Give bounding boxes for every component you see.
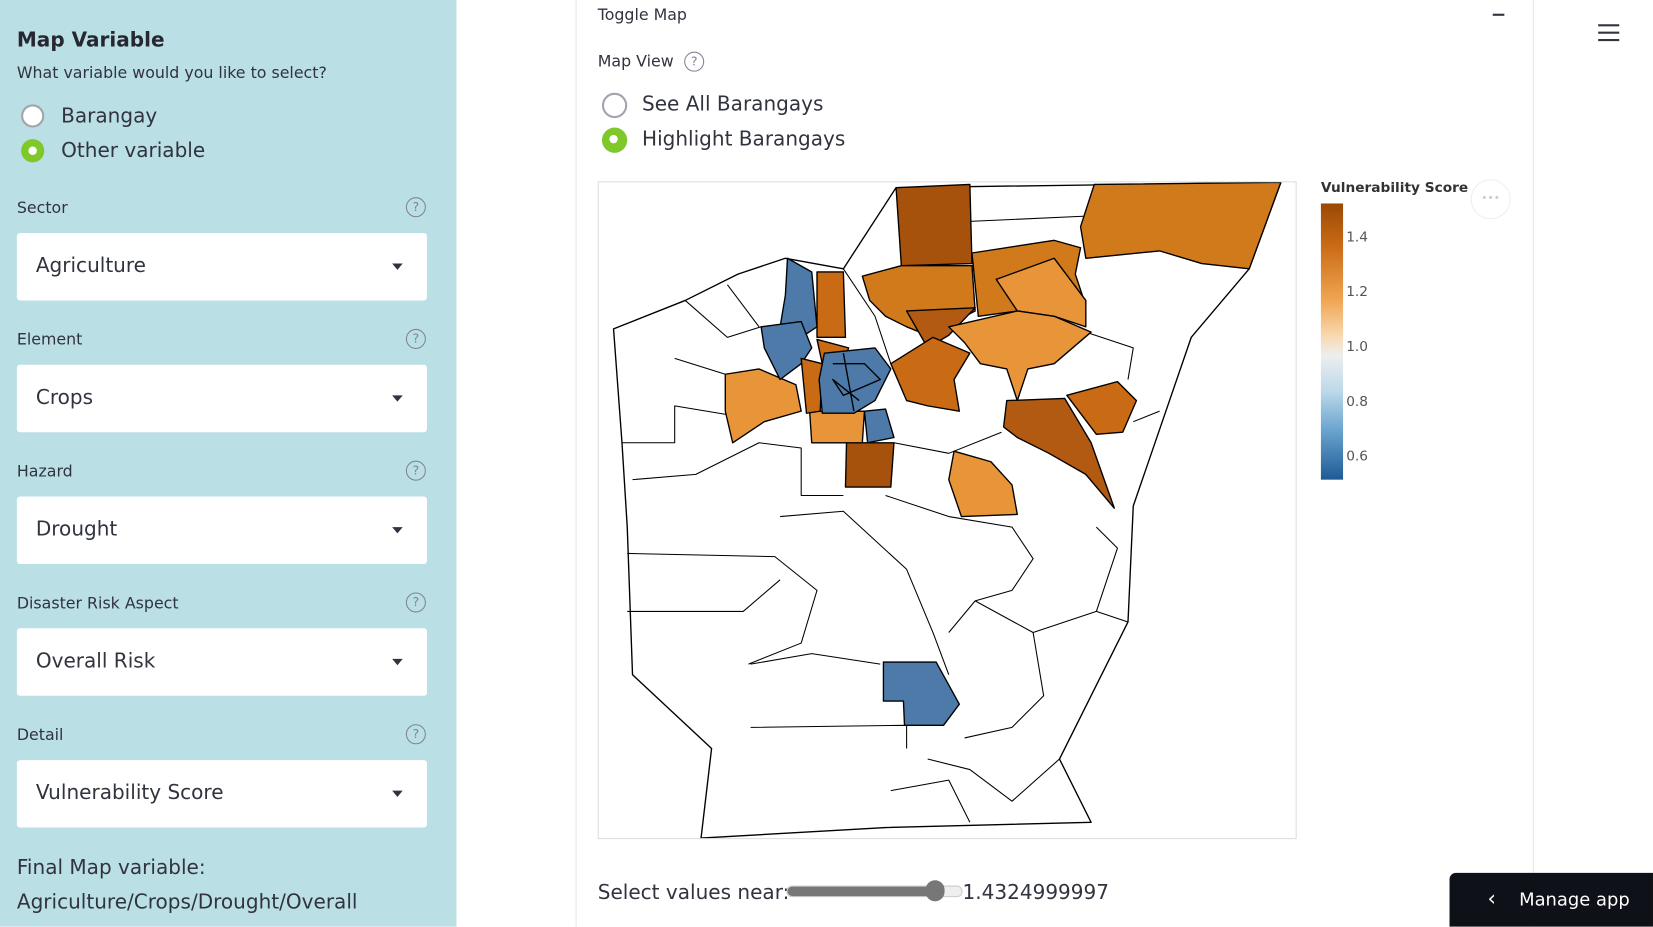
help-icon[interactable]: ? (405, 328, 426, 349)
help-icon[interactable]: ? (405, 724, 426, 745)
slider-value: 1.4324999997 (962, 881, 1110, 905)
caret-down-icon (392, 527, 403, 534)
hamburger-icon[interactable] (1598, 24, 1620, 42)
help-icon[interactable]: ? (405, 592, 426, 613)
help-icon[interactable]: ? (405, 460, 426, 481)
radio-barangay[interactable] (21, 104, 45, 128)
hazard-value: Drought (35, 517, 118, 541)
chevron-left-icon: ‹ (1487, 885, 1496, 911)
toggle-map-label[interactable]: Toggle Map (598, 5, 687, 24)
variable-question: What variable would you like to select? (16, 63, 327, 83)
hazard-select[interactable]: Drought (16, 496, 427, 564)
legend-colorbar (1320, 203, 1344, 480)
barangay-region[interactable] (1079, 181, 1282, 270)
element-select[interactable]: Crops (16, 364, 427, 433)
radio-label-highlight[interactable]: Highlight Barangays (642, 128, 845, 151)
sector-select[interactable]: Agriculture (16, 232, 427, 301)
element-value: Crops (35, 385, 94, 410)
risk-aspect-value: Overall Risk (35, 649, 156, 673)
barangay-region[interactable] (844, 442, 895, 488)
sector-value: Agriculture (35, 254, 147, 278)
slider-label: Select values near: (597, 881, 790, 905)
final-variable-value: Agriculture/Crops/Drought/Overall (16, 890, 358, 914)
help-icon[interactable]: ? (684, 51, 705, 72)
radio-other-variable[interactable] (21, 139, 45, 163)
caret-down-icon (392, 790, 403, 797)
barangay-region[interactable] (808, 410, 866, 444)
risk-aspect-select[interactable]: Overall Risk (16, 628, 427, 696)
choropleth-map[interactable] (597, 181, 1297, 840)
hazard-label: Hazard (16, 461, 73, 481)
final-variable-label: Final Map variable: (16, 856, 206, 880)
radio-label-other-variable[interactable]: Other variable (61, 139, 205, 162)
legend-title: Vulnerability Score (1320, 180, 1469, 197)
detail-value: Vulnerability Score (35, 781, 224, 805)
map-svg[interactable] (599, 181, 1296, 839)
risk-aspect-label: Disaster Risk Aspect (16, 593, 179, 613)
sector-label: Sector (16, 198, 68, 218)
barangay-region[interactable] (816, 271, 847, 339)
radio-label-see-all[interactable]: See All Barangays (642, 93, 823, 116)
help-icon[interactable]: ? (405, 197, 426, 218)
legend-tick: 1.0 (1346, 339, 1369, 356)
radio-label-barangay[interactable]: Barangay (61, 104, 157, 127)
element-label: Element (16, 329, 83, 349)
manage-app-label: Manage app (1519, 889, 1630, 911)
more-options-button[interactable]: ••• (1470, 179, 1511, 220)
map-view-label: Map View (597, 51, 674, 71)
barangay-region[interactable] (895, 183, 973, 267)
legend-tick: 0.8 (1346, 394, 1369, 411)
radio-highlight[interactable] (601, 127, 628, 153)
caret-down-icon (392, 658, 403, 666)
caret-down-icon (392, 395, 403, 402)
manage-app-button[interactable]: ‹ Manage app (1449, 872, 1653, 927)
minus-icon[interactable] (1492, 13, 1505, 16)
slider-thumb[interactable] (925, 880, 945, 902)
detail-label: Detail (16, 725, 64, 745)
detail-select[interactable]: Vulnerability Score (16, 760, 427, 828)
sidebar-title: Map Variable (16, 28, 165, 52)
caret-down-icon (392, 263, 403, 270)
legend-tick: 0.6 (1346, 449, 1369, 465)
sidebar: Map Variable What variable would you lik… (0, 0, 457, 927)
radio-see-all[interactable] (601, 92, 628, 119)
legend-tick: 1.4 (1346, 229, 1369, 246)
legend-tick: 1.2 (1346, 284, 1369, 301)
